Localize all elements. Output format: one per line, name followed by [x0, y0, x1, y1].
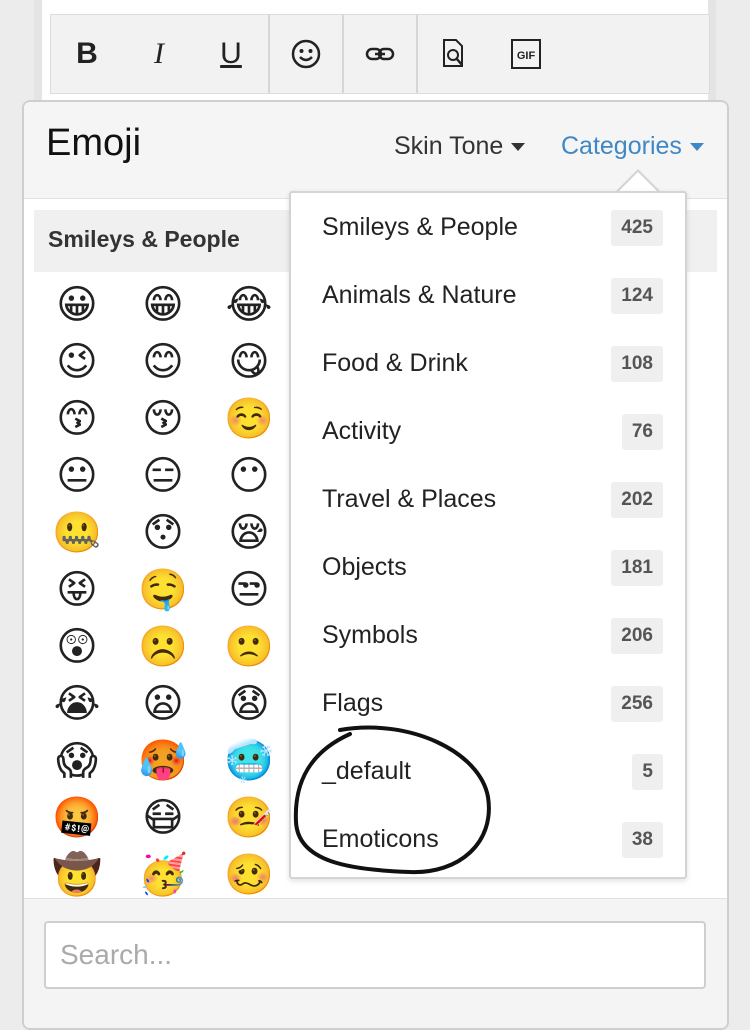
link-button[interactable] [344, 15, 416, 93]
emoji-item[interactable]: 😦 [136, 677, 190, 731]
category-count-badge: 181 [611, 550, 663, 586]
category-label: Animals & Nature [322, 281, 517, 309]
category-item[interactable]: Emoticons 38 [291, 807, 685, 875]
panel-title: Emoji [46, 122, 142, 164]
category-count-badge: 108 [611, 346, 663, 382]
editor-toolbar-frame: B I U GIF [34, 0, 716, 105]
category-label: Smileys & People [322, 213, 518, 241]
emoji-item[interactable]: 🤒 [222, 791, 276, 845]
category-item[interactable]: Animals & Nature 124 [291, 263, 685, 331]
category-label: _default [322, 757, 411, 785]
skin-tone-label: Skin Tone [394, 132, 504, 160]
category-item[interactable]: Food & Drink 108 [291, 331, 685, 399]
emoji-item[interactable]: ☺️ [222, 392, 276, 446]
section-title: Smileys & People [48, 226, 240, 252]
category-item[interactable]: Smileys & People 425 [291, 195, 685, 263]
emoji-item[interactable]: 😱 [50, 734, 104, 788]
document-search-icon [443, 39, 463, 67]
categories-menu: Smileys & People 425 Animals & Nature 124 Fo… [289, 191, 687, 879]
search-area [24, 898, 727, 1028]
category-label: Food & Drink [322, 349, 468, 377]
category-item[interactable]: Objects 181 [291, 535, 685, 603]
category-count-badge: 124 [611, 278, 663, 314]
link-icon [365, 47, 395, 61]
emoji-item[interactable]: 😝 [50, 563, 104, 617]
emoji-item[interactable]: 🥶 [222, 734, 276, 788]
emoji-item[interactable]: 😂 [222, 278, 276, 332]
emoji-item[interactable]: 😒 [222, 563, 276, 617]
emoji-item[interactable]: 🤠 [50, 848, 104, 898]
categories-dropdown[interactable]: Categories [561, 132, 704, 161]
emoji-item[interactable]: 😋 [222, 335, 276, 389]
category-label: Symbols [322, 621, 418, 649]
emoji-item[interactable]: 🙁 [222, 620, 276, 674]
emoji-item[interactable]: 🤬 [50, 791, 104, 845]
category-count-badge: 206 [611, 618, 663, 654]
category-count-badge: 425 [611, 210, 663, 246]
category-item[interactable]: Travel & Places 202 [291, 467, 685, 535]
emoji-item[interactable]: ☹️ [136, 620, 190, 674]
emoji-item[interactable]: 😐 [50, 449, 104, 503]
emoji-item[interactable]: 😧 [222, 677, 276, 731]
category-item[interactable]: Flags 256 [291, 671, 685, 739]
caret-down-icon [689, 142, 704, 151]
bold-icon: B [76, 37, 98, 70]
bold-button[interactable]: B [51, 15, 123, 93]
emoji-item[interactable]: 😭 [50, 677, 104, 731]
emoji-button[interactable] [270, 15, 342, 93]
category-count-badge: 76 [621, 414, 663, 450]
emoji-item[interactable]: 😙 [50, 392, 104, 446]
gif-icon: GIF [511, 39, 541, 69]
category-count-badge: 202 [611, 482, 663, 518]
emoji-item[interactable]: 🤐 [50, 506, 104, 560]
emoji-item[interactable]: 😑 [136, 449, 190, 503]
emoji-item[interactable]: 😚 [136, 392, 190, 446]
category-count-badge: 5 [632, 754, 663, 790]
emoji-item[interactable]: 😶 [222, 449, 276, 503]
emoji-item[interactable]: 😀 [50, 278, 104, 332]
emoji-item[interactable]: 😯 [136, 506, 190, 560]
emoji-item[interactable]: 😉 [50, 335, 104, 389]
category-label: Emoticons [322, 825, 439, 853]
emoji-item[interactable]: 🤤 [136, 563, 190, 617]
category-count-badge: 256 [611, 686, 663, 722]
emoji-item[interactable]: 😁 [136, 278, 190, 332]
italic-icon: I [154, 37, 164, 70]
emoji-item[interactable]: 🥵 [136, 734, 190, 788]
category-item[interactable]: Symbols 206 [291, 603, 685, 671]
preview-button[interactable] [418, 15, 490, 93]
caret-down-icon [511, 142, 526, 151]
categories-label: Categories [561, 132, 682, 160]
emoji-item[interactable]: 🥴 [222, 848, 276, 898]
gif-button[interactable]: GIF [490, 15, 562, 93]
editor-toolbar: B I U GIF [50, 14, 710, 94]
category-label: Activity [322, 417, 402, 445]
emoji-item[interactable]: 😲 [50, 620, 104, 674]
emoji-item[interactable]: 😷 [136, 791, 190, 845]
svg-text:GIF: GIF [517, 50, 536, 62]
skin-tone-dropdown[interactable]: Skin Tone [394, 132, 526, 161]
underline-button[interactable]: U [195, 15, 267, 93]
emoji-item[interactable]: 😪 [222, 506, 276, 560]
category-item[interactable]: _default 5 [291, 739, 685, 807]
category-label: Travel & Places [322, 485, 497, 513]
category-item[interactable]: Activity 76 [291, 399, 685, 467]
search-input[interactable] [44, 921, 706, 989]
italic-button[interactable]: I [123, 15, 195, 93]
category-label: Flags [322, 689, 384, 717]
category-label: Objects [322, 553, 407, 581]
smiley-icon [291, 39, 321, 69]
category-count-badge: 38 [621, 822, 663, 858]
underline-icon: U [220, 37, 242, 70]
emoji-item[interactable]: 🥳 [136, 848, 190, 898]
emoji-item[interactable]: 😊 [136, 335, 190, 389]
